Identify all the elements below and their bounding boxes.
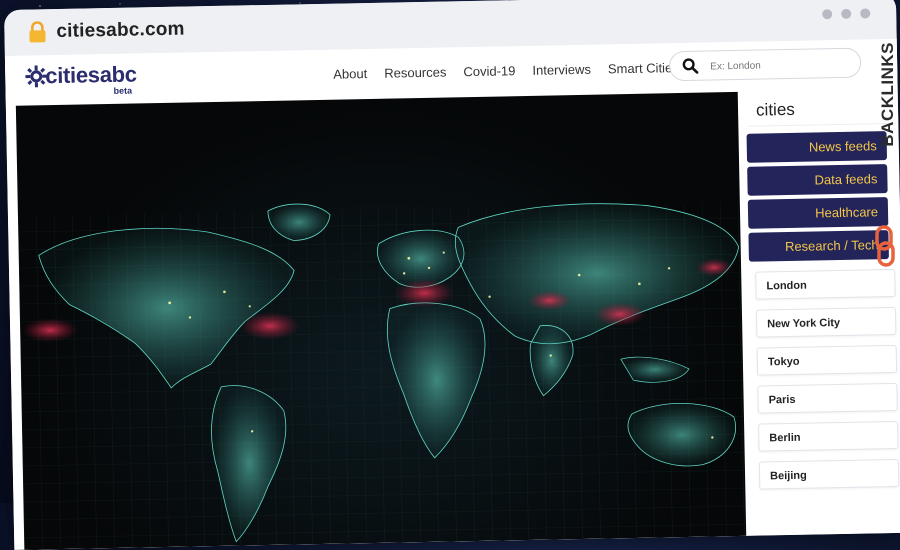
research-tech-button[interactable]: Research / Tech: [748, 230, 889, 262]
window-controls: [822, 8, 871, 20]
nav-covid-19[interactable]: Covid-19: [463, 63, 515, 79]
window-dot-3[interactable]: [860, 8, 871, 19]
city-item-paris[interactable]: Paris: [757, 382, 898, 414]
gear-logo-icon: [25, 65, 48, 88]
main-menu: About Resources Covid-19 Interviews Smar…: [333, 60, 679, 82]
website-page: citiesabc beta About Resources Covid-19 …: [4, 38, 900, 550]
city-item-tokyo[interactable]: Tokyo: [756, 344, 898, 376]
search-icon[interactable]: [682, 58, 699, 74]
city-item-london[interactable]: London: [755, 268, 896, 300]
data-feeds-button[interactable]: Data feeds: [747, 164, 888, 196]
site-logo[interactable]: citiesabc beta: [23, 59, 154, 101]
nav-resources[interactable]: Resources: [384, 65, 446, 81]
window-dot-1[interactable]: [822, 9, 833, 20]
search-box[interactable]: [668, 47, 862, 82]
browser-window: citiesabc.com citiesabc beta About Resou…: [4, 0, 900, 550]
watermark-text: BACKLINKS: [878, 42, 897, 147]
search-input[interactable]: [708, 52, 853, 78]
lock-icon: [29, 21, 46, 43]
url-text[interactable]: citiesabc.com: [56, 19, 185, 43]
healthcare-button[interactable]: Healthcare: [747, 197, 889, 229]
cities-sidebar: cities News feeds Data feeds Healthcare …: [744, 89, 900, 536]
news-feeds-button[interactable]: News feeds: [746, 131, 888, 163]
world-map-graphic: [17, 201, 747, 550]
city-item-beijing[interactable]: Beijing: [758, 458, 900, 490]
world-map-hero-image: [15, 91, 747, 550]
sidebar-title: cities: [747, 92, 897, 127]
nav-smart-cities[interactable]: Smart Cities: [608, 60, 679, 76]
city-item-new-york-city[interactable]: New York City: [755, 306, 897, 338]
chain-link-icon: [875, 225, 895, 267]
logo-beta-badge: beta: [113, 85, 133, 96]
nav-about[interactable]: About: [333, 66, 367, 82]
city-item-berlin[interactable]: Berlin: [758, 420, 899, 452]
window-dot-2[interactable]: [841, 8, 852, 19]
nav-interviews[interactable]: Interviews: [532, 62, 591, 78]
